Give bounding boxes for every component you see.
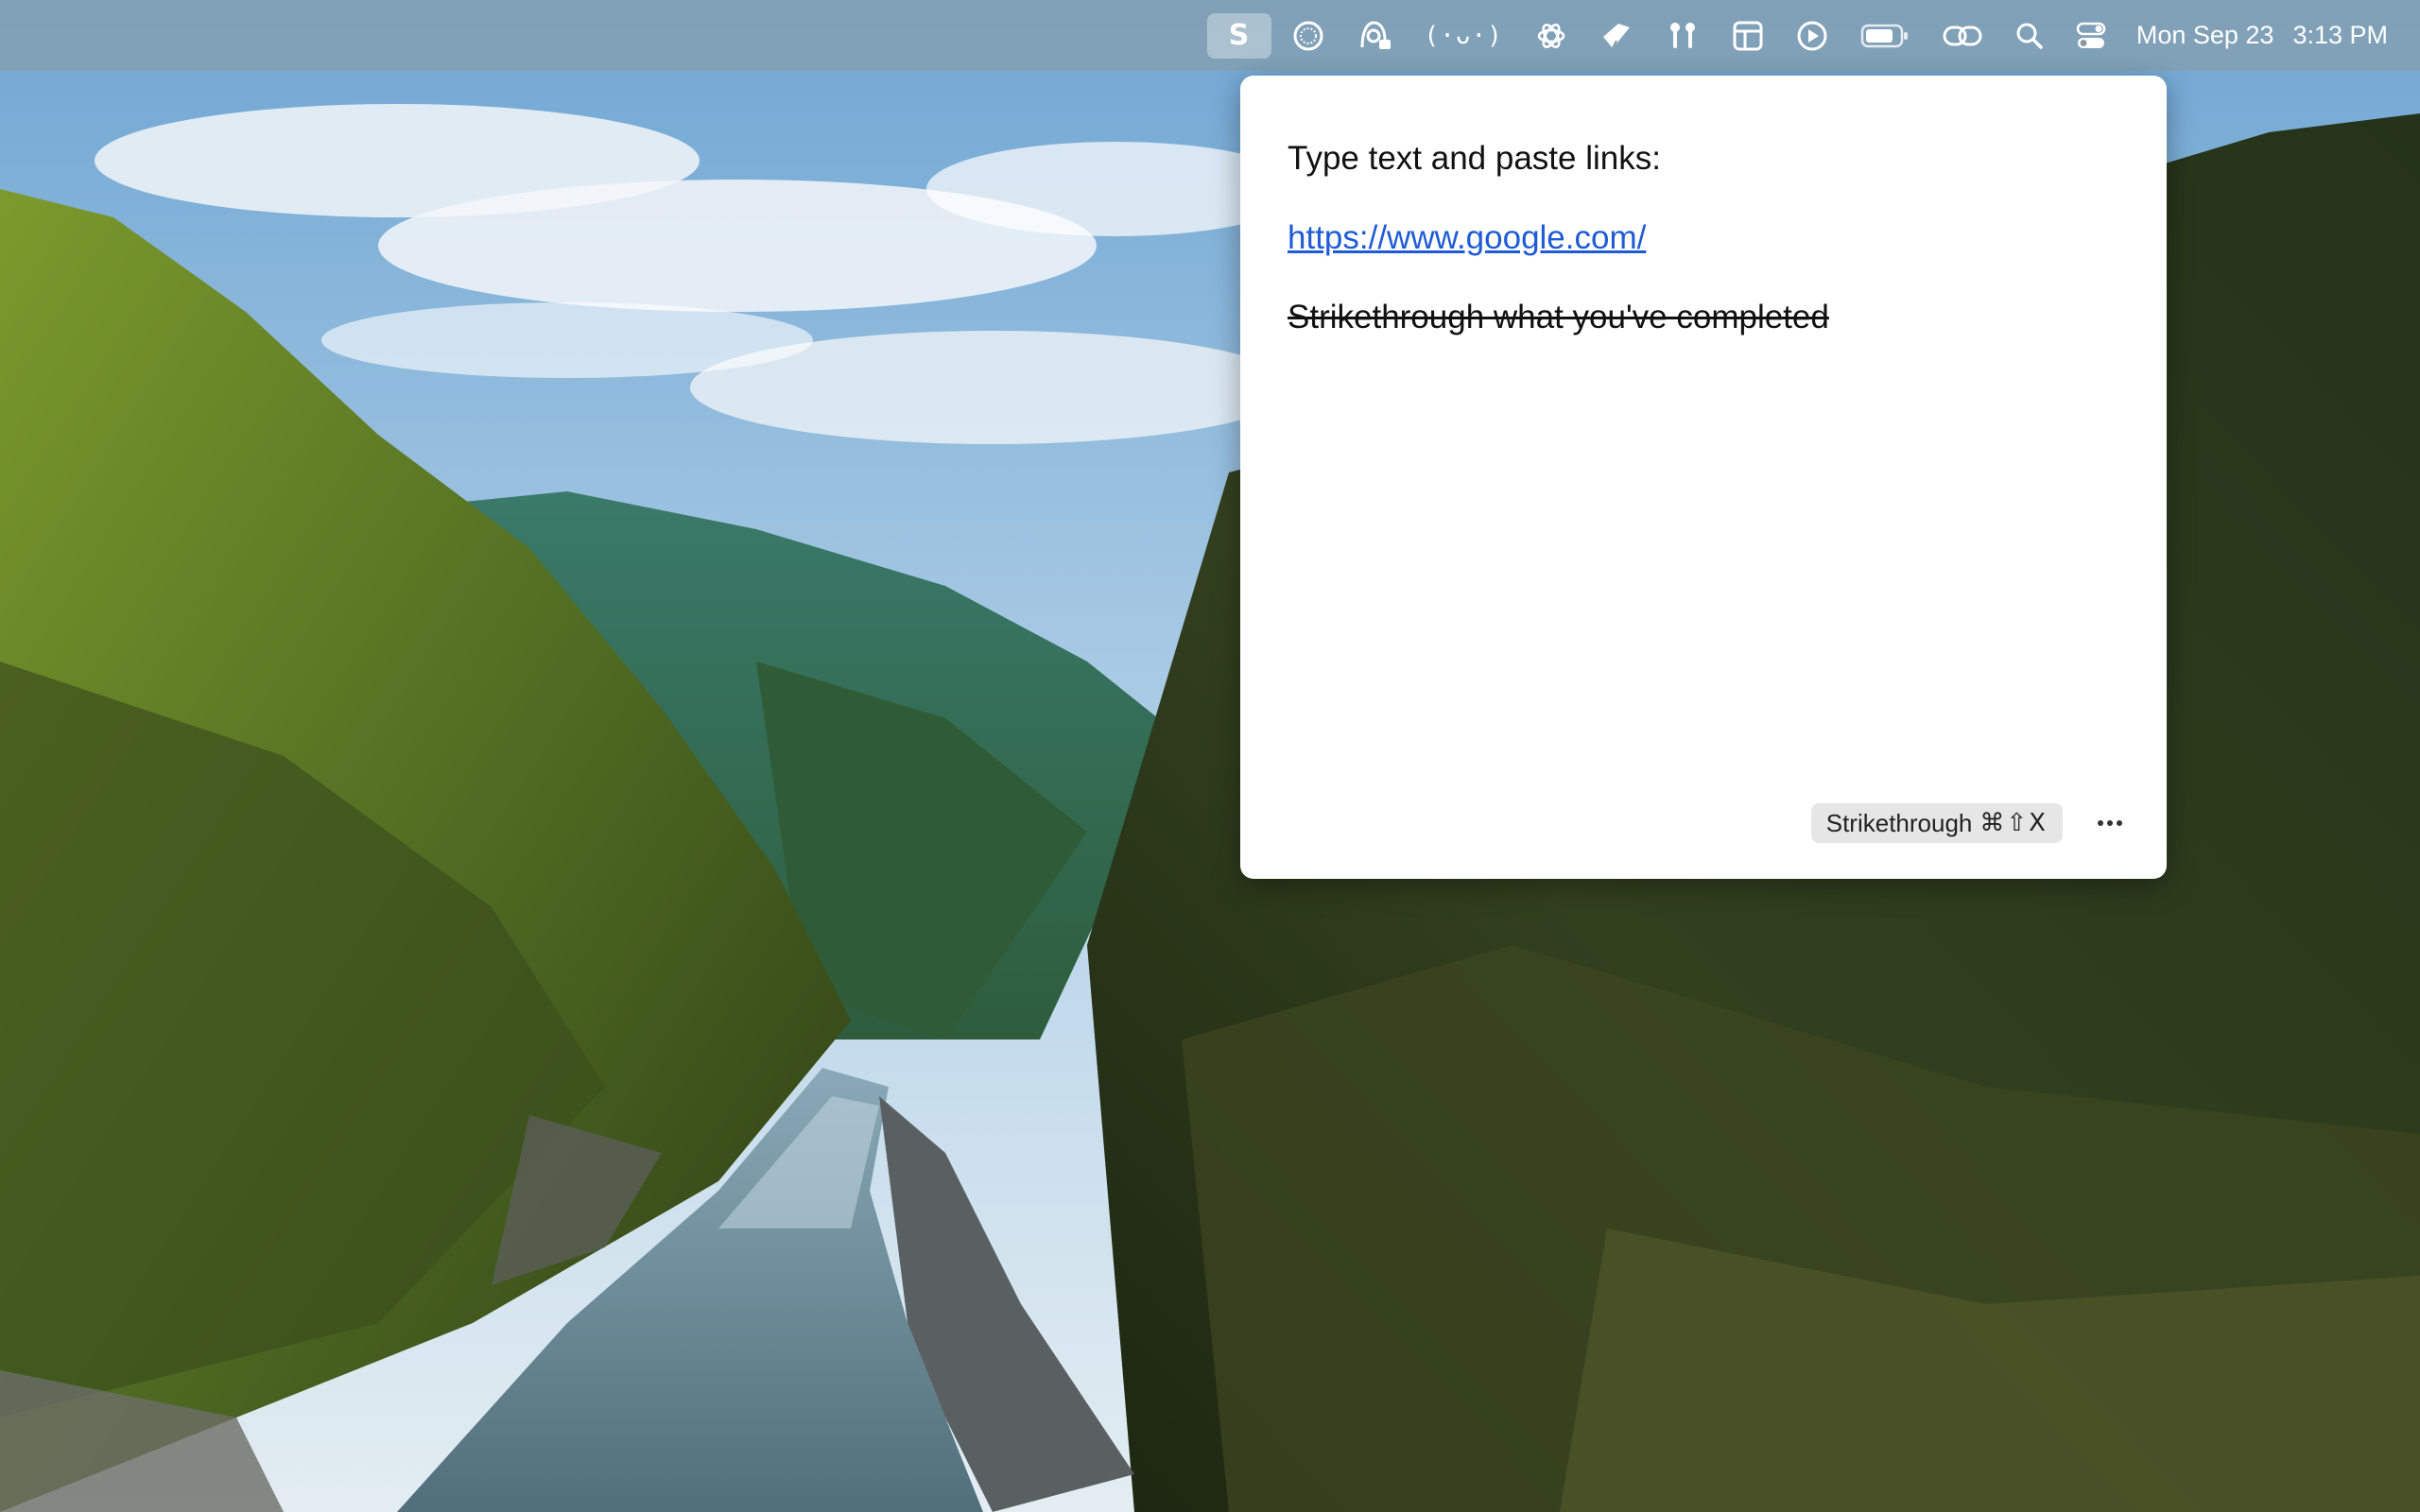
s-app-letter: S [1228,19,1250,52]
control-center-icon[interactable] [2065,13,2118,59]
note-footer: Strikethrough ⌘⇧X [1810,803,2129,843]
layout-icon[interactable] [1720,13,1775,59]
battery-icon[interactable] [1849,13,1921,59]
menu-bar-clock[interactable]: Mon Sep 23 3:13 PM [2136,21,2388,50]
note-line-strikethrough[interactable]: Strikethrough what you've completed [1288,278,2119,357]
shortcut-keys: ⌘⇧X [1979,809,2048,837]
brush-icon[interactable] [1588,13,1645,59]
note-line-intro[interactable]: Type text and paste links: [1288,119,2119,198]
ellipsis-icon [2098,820,2122,826]
clock-time: 3:13 PM [2292,21,2388,49]
menu-bar: S (·ᴗ·) Mon Sep 23 3:13 PM [0,0,2420,71]
play-icon[interactable] [1785,13,1840,59]
face-glyph-text: (·ᴗ·) [1424,21,1503,50]
hand-lock-icon[interactable] [1345,13,1404,59]
face-glyph-icon[interactable]: (·ᴗ·) [1413,13,1514,59]
note-editor[interactable]: Type text and paste links: https://www.g… [1288,119,2119,357]
note-line-link[interactable]: https://www.google.com/ [1288,198,2119,278]
strikethrough-shortcut-hint[interactable]: Strikethrough ⌘⇧X [1810,803,2063,843]
link-icon[interactable] [1930,13,1995,59]
s-app-icon[interactable]: S [1206,12,1271,59]
globe-icon[interactable] [1281,13,1336,59]
more-options-button[interactable] [2091,804,2129,842]
shortcut-label: Strikethrough [1825,808,1973,837]
openai-icon[interactable] [1524,13,1579,59]
airpods-icon[interactable] [1654,13,1711,59]
search-icon[interactable] [2004,13,2055,59]
clock-date: Mon Sep 23 [2135,21,2274,49]
note-popover: Type text and paste links: https://www.g… [1240,76,2167,879]
desktop: S (·ᴗ·) Mon Sep 23 3:13 PM Type text and… [0,0,2420,1512]
